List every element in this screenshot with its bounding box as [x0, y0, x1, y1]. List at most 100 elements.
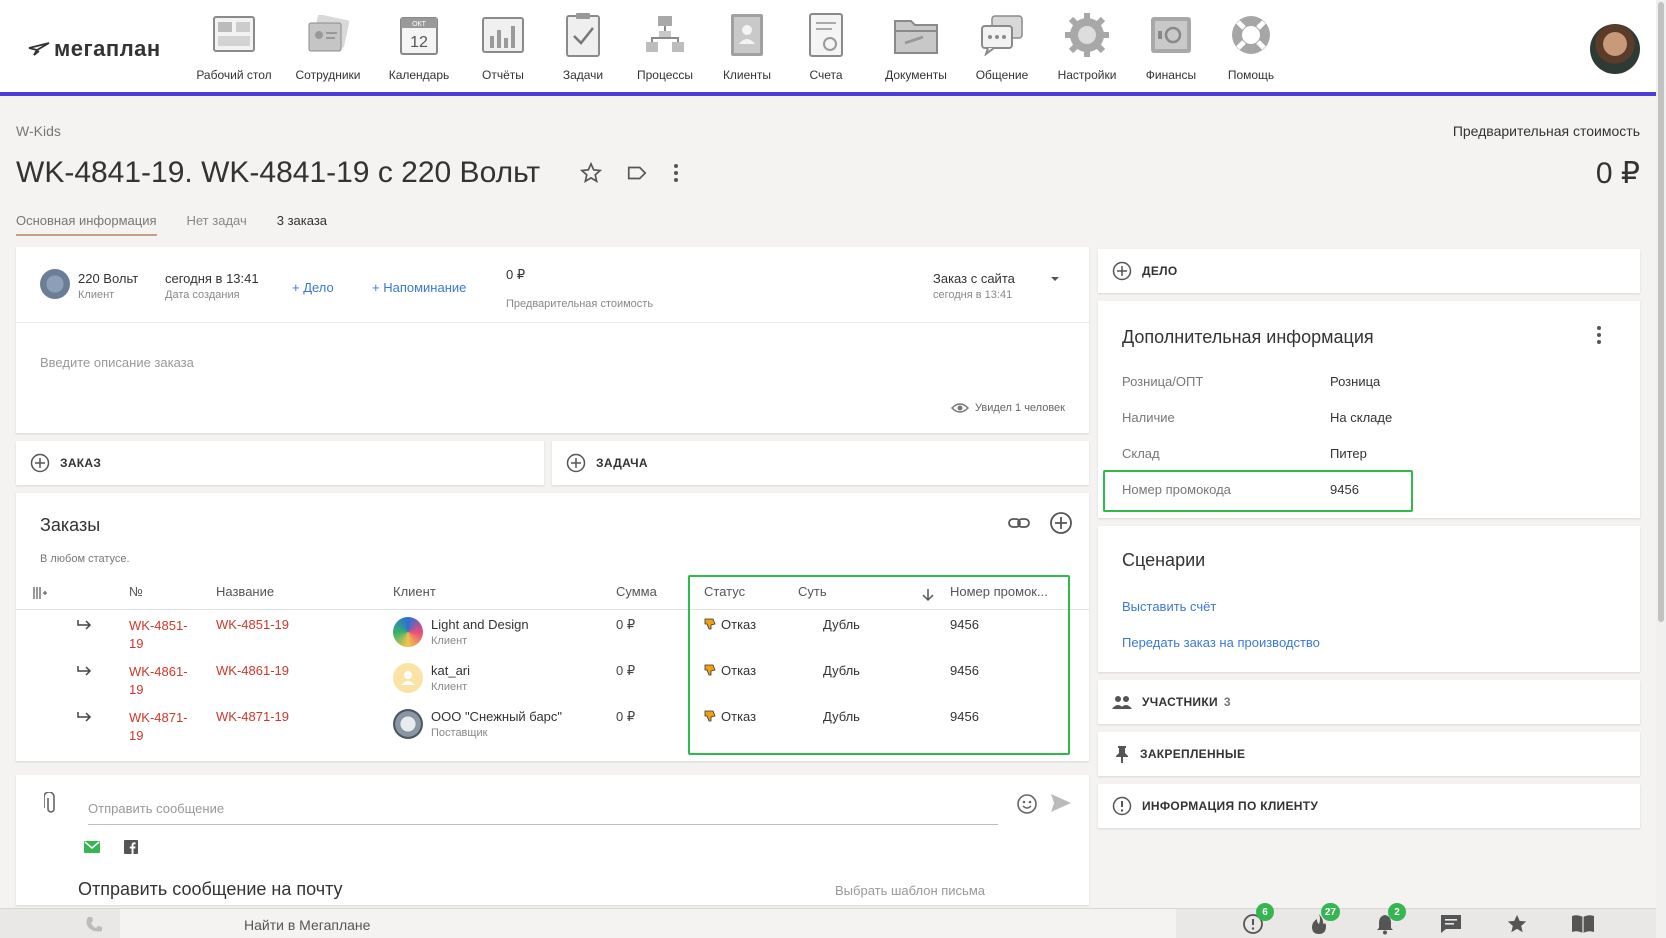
calendar-month: ОКТ [412, 21, 427, 28]
employees-icon [305, 12, 351, 58]
participants-section[interactable]: УЧАСТНИКИ 3 [1098, 680, 1640, 724]
col-sum[interactable]: Сумма [616, 584, 657, 599]
order-number[interactable]: WK-4871- 19 [129, 709, 188, 745]
order-number[interactable]: WK-4851- 19 [129, 617, 188, 653]
tab-tasks[interactable]: Нет задач [187, 213, 247, 236]
nav-item-processes[interactable]: Процессы [618, 12, 712, 82]
finance-icon [1148, 12, 1194, 58]
scenarios-card: Сценарии Выставить счёт Передать заказ н… [1098, 526, 1640, 672]
order-sum: 0 ₽ [616, 663, 636, 678]
nav-item-invoices[interactable]: Счета [782, 12, 870, 82]
plus-circle-icon [30, 453, 50, 473]
subitem-arrow-icon [77, 620, 92, 630]
order-name[interactable]: WK-4861-19 [216, 663, 289, 678]
nav-item-help[interactable]: Помощь [1210, 12, 1292, 82]
help-lifebuoy-icon [1228, 12, 1274, 58]
scenario-link[interactable]: Выставить счёт [1122, 599, 1216, 614]
paperclip-icon[interactable] [44, 792, 58, 816]
messages-button[interactable] [1438, 911, 1464, 937]
col-name[interactable]: Название [216, 584, 274, 599]
add-deal-button[interactable]: ДЕЛО [1098, 249, 1640, 293]
star-icon[interactable] [580, 162, 602, 184]
nav-item-clients[interactable]: Клиенты [712, 12, 782, 82]
nav-item-documents[interactable]: Документы [870, 12, 962, 82]
emoji-icon[interactable] [1016, 793, 1038, 815]
cost-field: 0 ₽ Предварительная стоимость [506, 267, 653, 310]
order-number[interactable]: WK-4861- 19 [129, 663, 188, 699]
link-icon[interactable] [1007, 511, 1031, 535]
tab-main-info[interactable]: Основная информация [16, 213, 157, 236]
scrollbar[interactable] [1656, 0, 1666, 938]
message-input[interactable]: Отправить сообщение [88, 795, 998, 825]
processes-icon [642, 12, 688, 58]
nav-item-settings[interactable]: Настройки [1042, 12, 1132, 82]
breadcrumb[interactable]: W-Kids [16, 123, 61, 139]
star-icon [1507, 914, 1527, 933]
orders-filter-text[interactable]: В любом статусе. [40, 553, 130, 565]
nav-item-chat[interactable]: Общение [962, 12, 1042, 82]
order-name[interactable]: WK-4851-19 [216, 617, 289, 632]
tag-icon[interactable] [626, 162, 648, 184]
description-input[interactable]: Введите описание заказа [40, 355, 194, 370]
nav-item-calendar[interactable]: ОКТ 12 Календарь [380, 12, 458, 82]
client-info-section[interactable]: ИНФОРМАЦИЯ ПО КЛИЕНТУ [1098, 784, 1640, 828]
nav-item-reports[interactable]: Отчёты [458, 12, 548, 82]
add-deal-link[interactable]: + Дело [292, 280, 334, 295]
add-reminder-link[interactable]: + Напоминание [372, 280, 466, 295]
additional-info-title: Дополнительная информация [1122, 327, 1374, 347]
alerts-button[interactable]: 6 [1240, 903, 1274, 937]
client-name[interactable]: 220 Вольт [78, 271, 138, 286]
info-value[interactable]: Розница [1330, 374, 1380, 389]
highlight-box [1103, 470, 1413, 512]
order-client[interactable]: Light and Design Клиент [431, 617, 529, 647]
favorites-button[interactable] [1504, 911, 1530, 937]
more-vertical-icon[interactable] [1596, 325, 1602, 345]
page-title: WK-4841-19. WK-4841-19 с 220 Вольт [16, 156, 541, 189]
notifications-button[interactable]: 2 [1372, 903, 1406, 937]
info-value[interactable]: На складе [1330, 410, 1392, 425]
client-field: 220 Вольт Клиент [78, 271, 138, 301]
add-task-button[interactable]: ЗАДАЧА [552, 441, 1089, 485]
client-avatar[interactable] [40, 269, 70, 299]
client-avatar [393, 663, 423, 693]
col-num[interactable]: № [129, 584, 143, 599]
info-value[interactable]: Питер [1330, 446, 1367, 461]
scrollbar-thumb[interactable] [1658, 2, 1664, 622]
chat-icon [979, 12, 1025, 58]
documents-icon [893, 12, 939, 58]
bottom-bar: Найти в Мегаплане 6 27 2 [0, 903, 1666, 938]
facebook-icon[interactable] [124, 840, 138, 854]
hot-button[interactable]: 27 [1306, 903, 1340, 937]
email-icon[interactable] [84, 841, 100, 853]
people-icon [1112, 696, 1132, 709]
megaplan-logo[interactable]: мегаплан [28, 36, 161, 62]
desktop-icon [211, 12, 257, 58]
nav-item-employees[interactable]: Сотрудники [276, 12, 380, 82]
tab-orders[interactable]: 3 заказа [277, 213, 327, 236]
nav-item-finance[interactable]: Финансы [1132, 12, 1210, 82]
cost-value[interactable]: 0 ₽ [506, 267, 653, 283]
column-settings-icon[interactable] [32, 586, 48, 600]
nav-item-tasks[interactable]: Задачи [548, 12, 618, 82]
scenario-link[interactable]: Передать заказ на производство [1122, 635, 1320, 650]
col-client[interactable]: Клиент [393, 584, 436, 599]
more-vertical-icon[interactable] [672, 162, 680, 184]
source-time: сегодня в 13:41 [933, 289, 1013, 301]
chevron-down-icon[interactable] [1050, 276, 1060, 282]
source-value: Заказ с сайта [933, 271, 1015, 286]
phone-icon[interactable] [84, 915, 104, 935]
user-avatar[interactable] [1590, 24, 1640, 74]
nav-item-desktop[interactable]: Рабочий стол [192, 12, 276, 82]
book-button[interactable] [1570, 911, 1596, 937]
template-link[interactable]: Выбрать шаблон письма [835, 883, 985, 898]
order-client[interactable]: kat_ari Клиент [431, 663, 470, 693]
source-field[interactable]: Заказ с сайта сегодня в 13:41 [933, 271, 1015, 301]
send-icon[interactable] [1050, 793, 1072, 813]
add-circle-icon[interactable] [1049, 511, 1073, 535]
add-order-button[interactable]: ЗАКАЗ [16, 441, 544, 485]
pinned-section[interactable]: ЗАКРЕПЛЕННЫЕ [1098, 732, 1640, 776]
order-client[interactable]: ООО "Снежный барс" Поставщик [431, 709, 562, 739]
subitem-arrow-icon [77, 666, 92, 676]
order-name[interactable]: WK-4871-19 [216, 709, 289, 724]
logo-plane-icon [28, 42, 50, 56]
